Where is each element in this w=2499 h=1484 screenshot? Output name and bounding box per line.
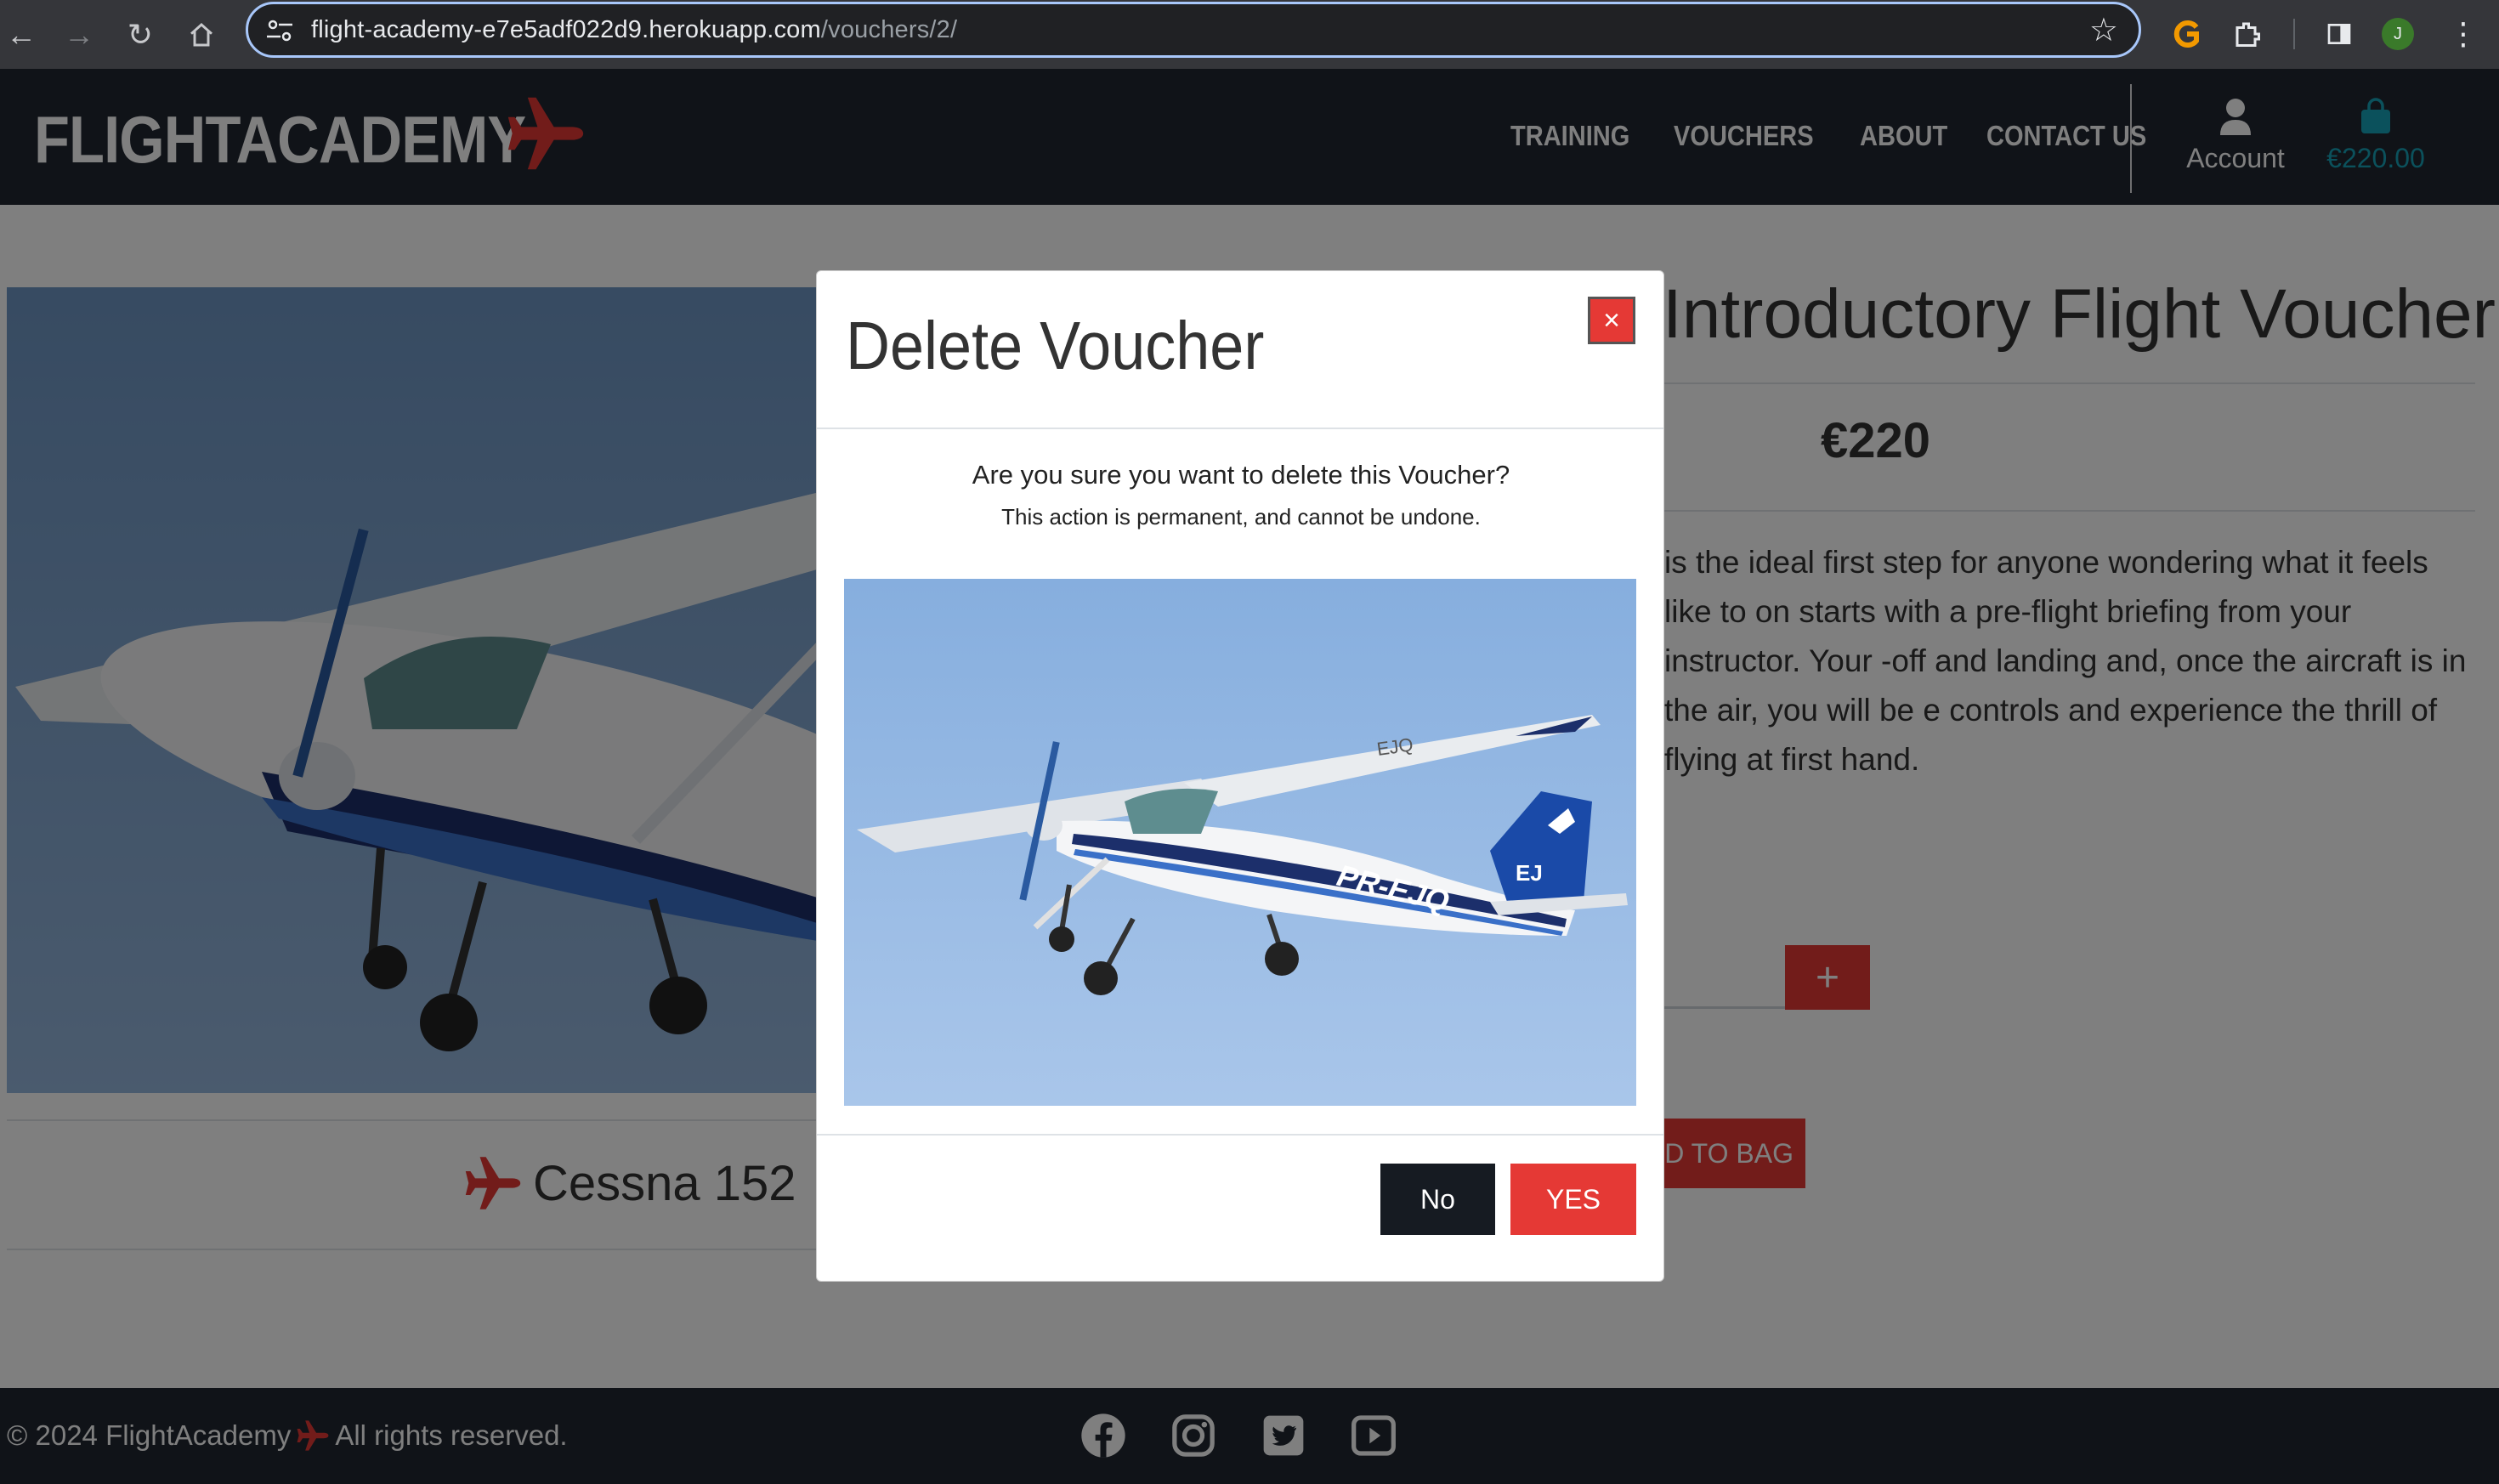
- side-panel-icon[interactable]: [2315, 10, 2363, 58]
- modal-footer-divider: [817, 1134, 1663, 1136]
- profile-initial: J: [2382, 18, 2414, 50]
- extensions-puzzle-icon[interactable]: [2224, 10, 2271, 58]
- modal-header-divider: [817, 428, 1663, 429]
- tail-logo-text: EJ: [1516, 860, 1543, 886]
- cancel-delete-button[interactable]: No: [1380, 1164, 1495, 1235]
- site-settings-icon[interactable]: [265, 18, 294, 43]
- voucher-image: EJQ EJ PR-EJQ: [844, 579, 1636, 1106]
- forward-icon[interactable]: →: [58, 14, 100, 56]
- confirm-question: Are you sure you want to delete this Vou…: [972, 460, 1510, 490]
- address-bar[interactable]: flight-academy-e7e5adf022d9.herokuapp.co…: [246, 2, 2141, 58]
- browser-toolbar: ← → ↻ flight-academy-e7e5adf022d9.heroku…: [0, 0, 2499, 69]
- browser-menu-icon[interactable]: ⋮: [2440, 10, 2487, 58]
- delete-voucher-modal: Delete Voucher × Are you sure you want t…: [816, 270, 1664, 1282]
- bookmark-star-icon[interactable]: ☆: [2089, 11, 2118, 49]
- url-host: flight-academy-e7e5adf022d9.herokuapp.co…: [311, 16, 821, 43]
- confirm-warning: This action is permanent, and cannot be …: [1001, 504, 1481, 530]
- home-icon[interactable]: [180, 14, 223, 56]
- toolbar-divider: [2293, 19, 2295, 49]
- back-icon[interactable]: ←: [0, 14, 42, 56]
- confirm-delete-button[interactable]: YES: [1510, 1164, 1636, 1235]
- reload-icon[interactable]: ↻: [119, 14, 162, 56]
- close-modal-button[interactable]: ×: [1588, 297, 1635, 344]
- modal-title: Delete Voucher: [846, 308, 1265, 383]
- extension-g-icon[interactable]: [2162, 10, 2210, 58]
- url-text: flight-academy-e7e5adf022d9.herokuapp.co…: [311, 16, 957, 44]
- url-path: /vouchers/2/: [820, 16, 958, 43]
- profile-avatar[interactable]: J: [2374, 10, 2422, 58]
